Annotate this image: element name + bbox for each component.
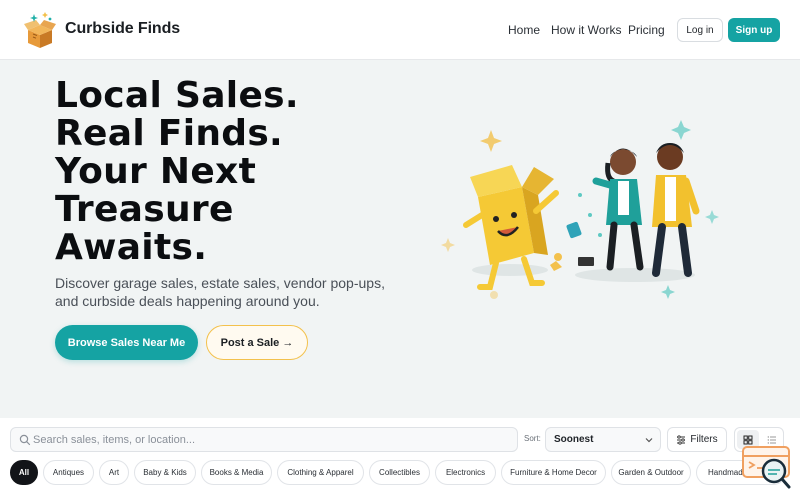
sliders-icon [677, 434, 686, 445]
list-icon [767, 435, 776, 444]
nav-pricing[interactable]: Pricing [628, 23, 665, 37]
chevron-down-icon [645, 438, 653, 443]
filters-label: Filters [690, 434, 718, 445]
open-box-sparkles-icon[interactable] [22, 10, 58, 50]
category-chips: All Antiques Art Baby & Kids Books & Med… [10, 460, 790, 486]
headline-line: Real Finds. [55, 113, 284, 154]
search-input[interactable] [33, 428, 513, 451]
category-chip[interactable]: Art [99, 460, 129, 485]
category-chip[interactable]: Collectibles [369, 460, 430, 485]
treasure-box-friends-illustration [441, 120, 719, 299]
headline-line: Awaits. [55, 227, 208, 268]
search-toolbar: Sort: Soonest Filters [0, 418, 800, 500]
category-chip[interactable]: Books & Media [201, 460, 272, 485]
sort-label: Sort: [524, 434, 541, 443]
sort-value: Soonest [554, 434, 594, 445]
filters-button[interactable]: Filters [667, 427, 727, 452]
category-chip[interactable]: Garden & Outdoor [611, 460, 691, 485]
headline-line: Treasure [55, 189, 234, 230]
headline-line: Local Sales. [55, 75, 299, 116]
headline-line: Your Next [55, 151, 257, 192]
brand-name[interactable]: Curbside Finds [65, 20, 180, 38]
login-button[interactable]: Log in [677, 18, 723, 42]
category-chip[interactable]: Baby & Kids [134, 460, 196, 485]
grid-icon [743, 435, 753, 444]
browse-sales-button[interactable]: Browse Sales Near Me [55, 325, 198, 360]
category-chip-all[interactable]: All [10, 460, 38, 485]
search-icon [19, 434, 31, 446]
hero-section: Local Sales. Real Finds. Your Next Treas… [0, 60, 800, 418]
hero-subtext: Discover garage sales, estate sales, ven… [55, 275, 385, 309]
search-bar[interactable] [10, 427, 518, 452]
category-chip[interactable]: Furniture & Home Decor [501, 460, 606, 485]
category-chip[interactable]: Antiques [43, 460, 94, 485]
top-navbar: Curbside Finds Home How it Works Pricing… [0, 0, 800, 60]
category-chip[interactable]: Clothing & Apparel [277, 460, 364, 485]
sort-select[interactable]: Soonest [545, 427, 661, 452]
support-chat-icon[interactable] [742, 446, 792, 490]
nav-how-it-works[interactable]: How it Works [551, 23, 621, 37]
nav-home[interactable]: Home [508, 23, 540, 37]
post-sale-button[interactable]: Post a Sale → [206, 325, 308, 360]
signup-button[interactable]: Sign up [728, 18, 780, 42]
category-chip[interactable]: Electronics [435, 460, 496, 485]
hero-headline: Local Sales. Real Finds. Your Next Treas… [55, 77, 435, 267]
